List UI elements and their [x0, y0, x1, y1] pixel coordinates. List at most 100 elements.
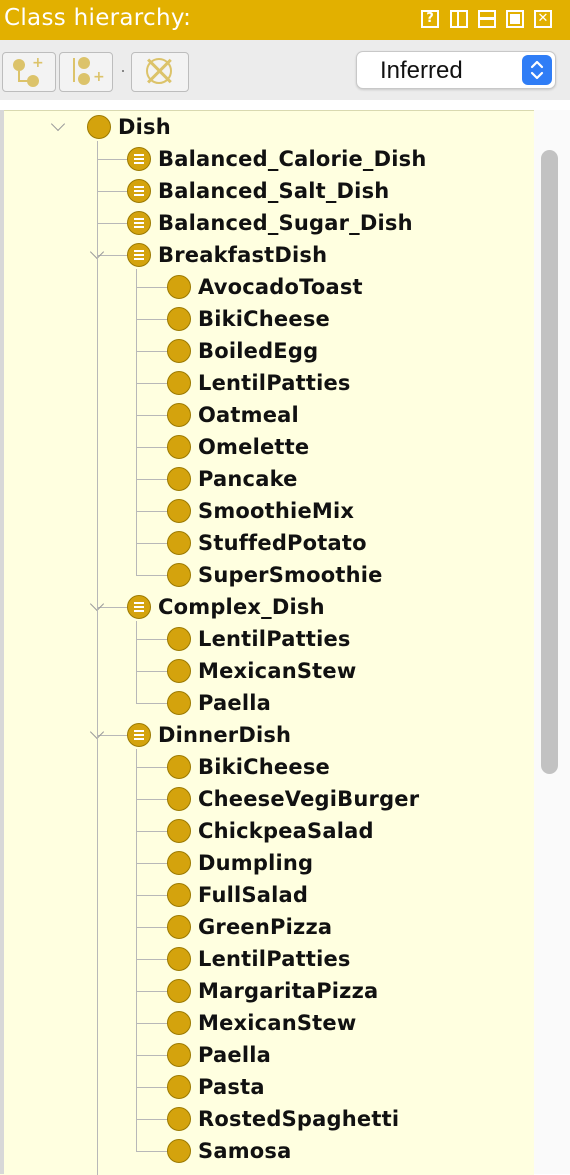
- class-icon: [167, 883, 191, 907]
- tree-node-chickpeasalad[interactable]: ChickpeaSalad: [167, 815, 374, 847]
- class-icon: [167, 339, 191, 363]
- class-label: AvocadoToast: [198, 275, 363, 299]
- tree-node-pancake[interactable]: Pancake: [167, 463, 298, 495]
- class-icon: [167, 563, 191, 587]
- tree-node-balanced_sugar_dish[interactable]: Balanced_Sugar_Dish: [127, 207, 413, 239]
- class-label: Dish: [118, 115, 171, 139]
- tree-node-dinnerdish[interactable]: DinnerDish: [127, 719, 291, 751]
- tree-connector: [97, 159, 127, 160]
- class-icon: [167, 1107, 191, 1131]
- class-label: Balanced_Sugar_Dish: [158, 211, 413, 235]
- tree-node-lentilpatties[interactable]: LentilPatties: [167, 943, 351, 975]
- tree-node-boiledegg[interactable]: BoiledEgg: [167, 335, 318, 367]
- class-icon: [167, 819, 191, 843]
- tree-connector: [136, 671, 168, 672]
- class-label: RostedSpaghetti: [198, 1107, 400, 1131]
- tree-node-margaritapizza[interactable]: MargaritaPizza: [167, 975, 378, 1007]
- class-label: CheeseVegiBurger: [198, 787, 420, 811]
- defined-class-icon: [127, 723, 151, 747]
- tree-node-mexicanstew[interactable]: MexicanStew: [167, 655, 356, 687]
- tree-node-supersmoothie[interactable]: SuperSmoothie: [167, 559, 383, 591]
- class-label: Complex_Dish: [158, 595, 325, 619]
- class-label: MexicanStew: [198, 659, 357, 683]
- class-icon: [167, 531, 191, 555]
- tree-node-lentilpatties[interactable]: LentilPatties: [167, 623, 351, 655]
- class-icon: [87, 115, 111, 139]
- tree-node-avocadotoast[interactable]: AvocadoToast: [167, 271, 363, 303]
- class-icon: [167, 659, 191, 683]
- class-label: Pancake: [198, 467, 298, 491]
- maximize-icon[interactable]: [506, 10, 524, 28]
- scrollbar-thumb[interactable]: [541, 150, 558, 774]
- tree-connector: [136, 927, 168, 928]
- panel-title: Class hierarchy:: [4, 5, 192, 31]
- tree-connector: [97, 191, 127, 192]
- class-icon: [167, 851, 191, 875]
- tree-node-paella[interactable]: Paella: [167, 687, 271, 719]
- delete-class-button[interactable]: [131, 52, 189, 92]
- class-label: Oatmeal: [198, 403, 299, 427]
- tree-connector: [136, 415, 168, 416]
- class-icon: [167, 1043, 191, 1067]
- class-icon: [167, 1011, 191, 1035]
- class-label: BreakfastDish: [158, 243, 328, 267]
- restore-icon[interactable]: [450, 10, 468, 28]
- class-label: SuperSmoothie: [198, 563, 383, 587]
- class-label: GreenPizza: [198, 915, 333, 939]
- tree-connector: [136, 447, 168, 448]
- add-sibling-button[interactable]: +: [59, 52, 113, 92]
- view-mode-select[interactable]: Inferred: [356, 51, 556, 89]
- tree-node-lentilpatties[interactable]: LentilPatties: [167, 367, 351, 399]
- toolbar-separator: [122, 70, 124, 72]
- class-icon: [167, 1139, 191, 1163]
- tree-node-balanced_salt_dish[interactable]: Balanced_Salt_Dish: [127, 175, 389, 207]
- tree-connector: [136, 351, 168, 352]
- tree-node-bikicheese[interactable]: BikiCheese: [167, 303, 330, 335]
- tree-node-oatmeal[interactable]: Oatmeal: [167, 399, 299, 431]
- tree-node-complex_dish[interactable]: Complex_Dish: [127, 591, 325, 623]
- class-label: BikiCheese: [198, 755, 330, 779]
- tree-node-stuffedpotato[interactable]: StuffedPotato: [167, 527, 367, 559]
- tree-node-greenpizza[interactable]: GreenPizza: [167, 911, 332, 943]
- tree-node-dumpling[interactable]: Dumpling: [167, 847, 313, 879]
- tree-node-smoothiemix[interactable]: SmoothieMix: [167, 495, 354, 527]
- tree-node-pasta[interactable]: Pasta: [167, 1071, 265, 1103]
- class-icon: [167, 275, 191, 299]
- tree-node-fullsalad[interactable]: FullSalad: [167, 879, 308, 911]
- chevron-down-icon[interactable]: [50, 116, 66, 132]
- class-icon: [167, 371, 191, 395]
- panel-title-bar: Class hierarchy: ? ✕: [0, 0, 570, 40]
- tree-node-mexicanstew[interactable]: MexicanStew: [167, 1007, 356, 1039]
- tree-node-samosa[interactable]: Samosa: [167, 1135, 291, 1167]
- defined-class-icon: [127, 595, 151, 619]
- class-label: LentilPatties: [198, 371, 351, 395]
- tree-connector: [136, 749, 137, 1151]
- class-label: StuffedPotato: [198, 531, 367, 555]
- tree-node-breakfastdish[interactable]: BreakfastDish: [127, 239, 327, 271]
- class-label: LentilPatties: [198, 627, 351, 651]
- class-icon: [167, 947, 191, 971]
- class-icon: [167, 1075, 191, 1099]
- tree-connector: [97, 223, 127, 224]
- view-mode-value: Inferred: [380, 57, 463, 84]
- tree-node-paella[interactable]: Paella: [167, 1039, 271, 1071]
- tree-node-root[interactable]: Dish: [87, 111, 171, 143]
- class-icon: [167, 979, 191, 1003]
- tree-connector: [136, 1055, 168, 1056]
- tree-node-balanced_calorie_dish[interactable]: Balanced_Calorie_Dish: [127, 143, 427, 175]
- tree-connector: [97, 607, 127, 608]
- help-button[interactable]: ?: [421, 10, 439, 28]
- tree-connector: [97, 735, 127, 736]
- tree-connector: [136, 575, 168, 576]
- tree-node-bikicheese[interactable]: BikiCheese: [167, 751, 330, 783]
- tree-node-cheesevegiburger[interactable]: CheeseVegiBurger: [167, 783, 419, 815]
- tree-connector: [136, 959, 168, 960]
- tree-node-rostedspaghetti[interactable]: RostedSpaghetti: [167, 1103, 399, 1135]
- minimize-icon[interactable]: [478, 10, 496, 28]
- close-icon[interactable]: ✕: [534, 10, 552, 28]
- class-icon: [167, 915, 191, 939]
- class-icon: [167, 435, 191, 459]
- tree-node-omelette[interactable]: Omelette: [167, 431, 309, 463]
- class-label: Paella: [198, 1043, 272, 1067]
- add-subclass-button[interactable]: +: [2, 52, 56, 92]
